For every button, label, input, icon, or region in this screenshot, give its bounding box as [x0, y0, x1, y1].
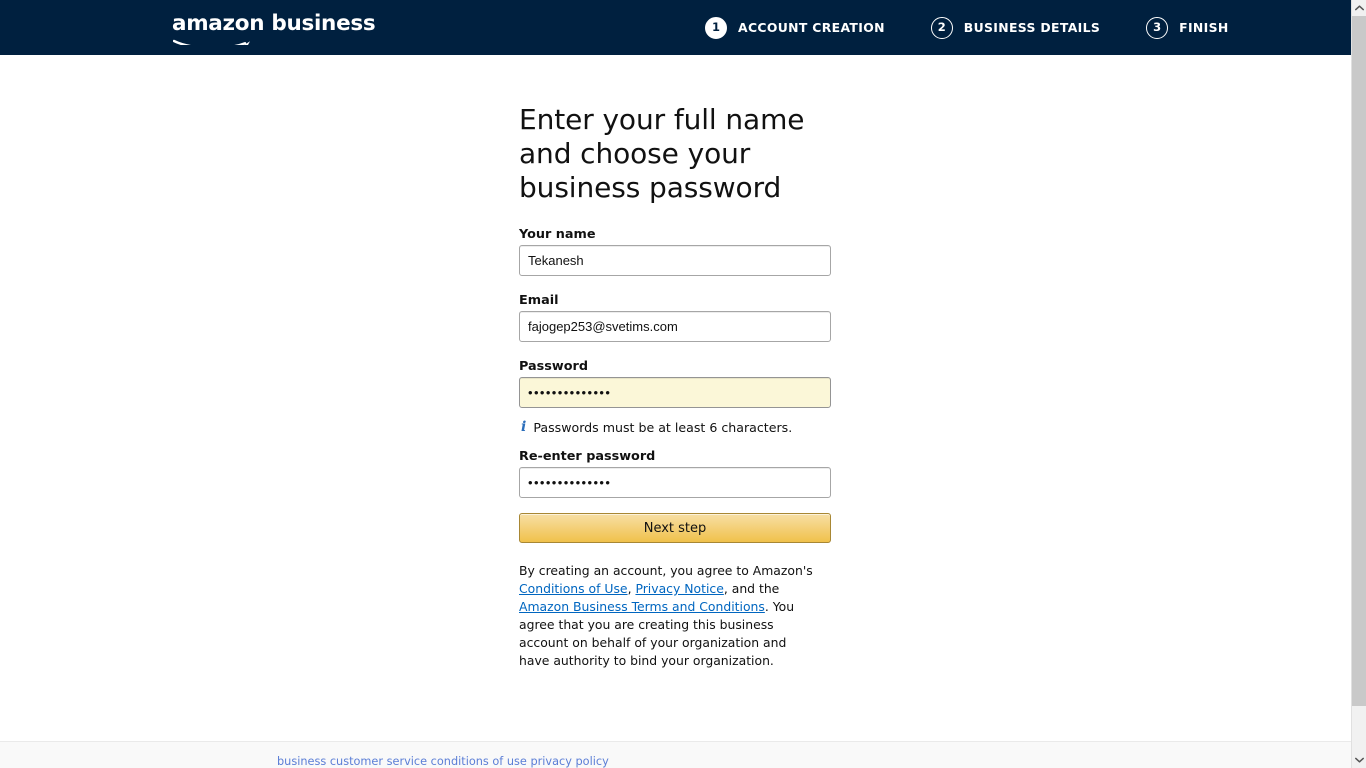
logo-text-wrap: amazon business — [172, 13, 376, 45]
page-title: Enter your full name and choose your bus… — [519, 103, 805, 204]
step-2-label: BUSINESS DETAILS — [963, 20, 1101, 35]
registration-form: Enter your full name and choose your bus… — [519, 103, 834, 682]
main-content: Enter your full name and choose your bus… — [0, 55, 1351, 741]
field-your-name: Your name — [519, 227, 834, 276]
step-account-creation[interactable]: 1 ACCOUNT CREATION — [705, 16, 885, 39]
step-3-label: FINISH — [1179, 20, 1229, 35]
vertical-scrollbar[interactable] — [1351, 0, 1366, 768]
field-reenter-password: Re-enter password — [519, 449, 834, 498]
your-name-input[interactable] — [519, 245, 831, 276]
chevron-down-icon — [1355, 757, 1364, 763]
chevron-up-icon — [1355, 5, 1364, 11]
site-header: amazon business 1 ACCOUNT CREATION 2 BUS… — [0, 0, 1351, 55]
footer-links-text[interactable]: business customer service conditions of … — [277, 755, 609, 768]
step-3-number: 3 — [1146, 16, 1169, 39]
page-container: amazon business 1 ACCOUNT CREATION 2 BUS… — [0, 0, 1351, 768]
reenter-password-label: Re-enter password — [519, 449, 656, 464]
info-icon: i — [521, 419, 527, 435]
business-terms-link[interactable]: Amazon Business Terms and Conditions — [519, 599, 765, 614]
browser-viewport: amazon business 1 ACCOUNT CREATION 2 BUS… — [0, 0, 1366, 768]
privacy-notice-link[interactable]: Privacy Notice — [635, 581, 723, 596]
step-1-label: ACCOUNT CREATION — [738, 20, 885, 35]
progress-stepper: 1 ACCOUNT CREATION 2 BUSINESS DETAILS 3 … — [705, 0, 1229, 55]
reenter-password-input[interactable] — [519, 467, 831, 498]
password-label: Password — [519, 359, 588, 374]
field-email: Email — [519, 293, 834, 342]
email-label: Email — [519, 293, 559, 308]
email-input[interactable] — [519, 311, 831, 342]
field-password: Password — [519, 359, 834, 408]
step-business-details[interactable]: 2 BUSINESS DETAILS — [930, 16, 1101, 39]
step-1-number: 1 — [705, 16, 727, 39]
scroll-down-button[interactable] — [1352, 752, 1366, 768]
scrollbar-thumb[interactable] — [1352, 16, 1366, 706]
site-footer: business customer service conditions of … — [0, 741, 1351, 768]
amazon-smile-icon — [173, 33, 256, 45]
scroll-up-button[interactable] — [1352, 0, 1366, 16]
legal-sep-2: , and the — [723, 581, 780, 596]
amazon-business-logo[interactable]: amazon business — [172, 13, 376, 45]
step-2-number: 2 — [930, 16, 953, 39]
footer-links[interactable]: business customer service conditions of … — [277, 755, 609, 768]
your-name-label: Your name — [519, 227, 596, 242]
legal-part-1: By creating an account, you agree to Ama… — [519, 563, 813, 578]
conditions-of-use-link[interactable]: Conditions of Use — [519, 581, 628, 596]
password-hint: i Passwords must be at least 6 character… — [519, 419, 834, 436]
legal-text: By creating an account, you agree to Ama… — [519, 562, 819, 670]
password-input[interactable] — [519, 377, 831, 408]
password-hint-text: Passwords must be at least 6 characters. — [533, 420, 793, 435]
step-finish[interactable]: 3 FINISH — [1146, 16, 1229, 39]
next-step-button[interactable]: Next step — [519, 513, 831, 543]
